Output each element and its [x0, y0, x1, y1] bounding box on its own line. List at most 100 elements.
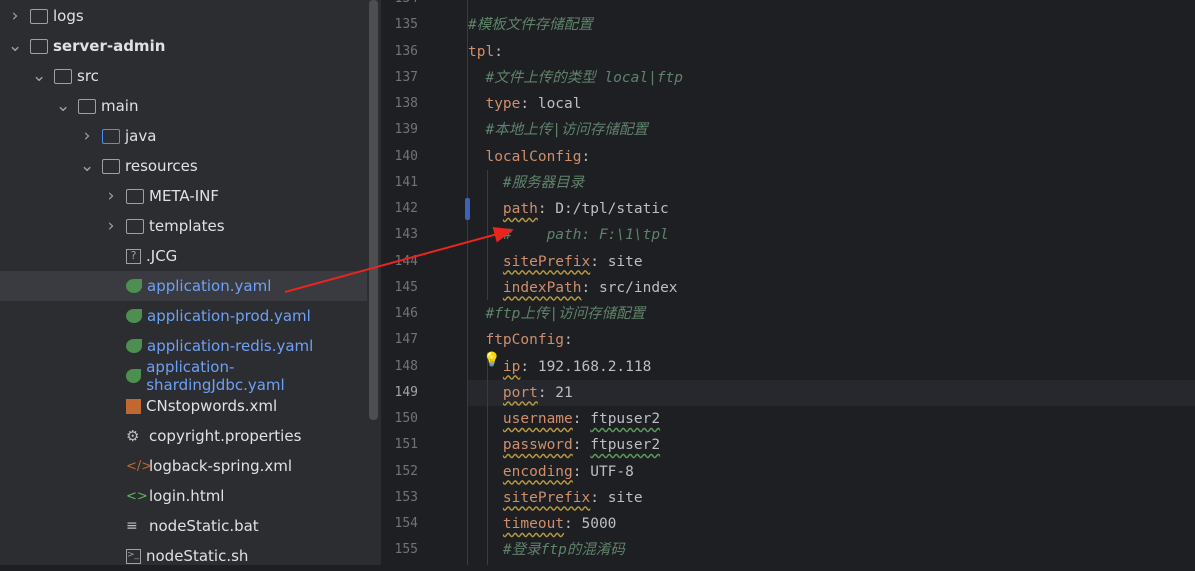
source-folder-icon: [102, 128, 120, 144]
tree-item-label: copyright.properties: [149, 427, 302, 445]
spring-config-icon: [126, 309, 142, 323]
code-line[interactable]: #ftp上传|访问存储配置: [468, 301, 1195, 327]
yaml-key: localConfig: [485, 148, 582, 165]
tree-item-application-shardingjdbc-yaml[interactable]: application-shardingJdbc.yaml: [0, 358, 367, 394]
tree-item-label: logs: [53, 7, 84, 25]
chevron-right-icon[interactable]: ›: [8, 6, 22, 26]
code-line[interactable]: #服务器目录: [468, 170, 1195, 196]
code-line[interactable]: #模板文件存储配置: [468, 12, 1195, 38]
code-line[interactable]: sitePrefix: site: [468, 485, 1195, 511]
line-number: 144: [394, 253, 418, 269]
tree-item-label: application.yaml: [147, 277, 272, 295]
yaml-value: [468, 464, 503, 480]
tree-item-main[interactable]: ⌄ main: [0, 91, 367, 121]
code-line[interactable]: encoding: UTF-8: [468, 459, 1195, 485]
code-line[interactable]: port: 21: [468, 379, 1195, 406]
tree-item-src[interactable]: ⌄ src: [0, 61, 367, 91]
chevron-down-icon[interactable]: ⌄: [8, 36, 22, 56]
folder-icon: [126, 218, 144, 234]
tree-item-application-yaml[interactable]: application.yaml: [0, 271, 367, 301]
tree-item-java[interactable]: › java: [0, 121, 367, 151]
code-line[interactable]: path: D:/tpl/static: [468, 196, 1195, 222]
tree-item-meta-inf[interactable]: › META-INF: [0, 181, 367, 211]
modified-line-marker[interactable]: [465, 198, 470, 220]
tree-item-login-html[interactable]: <> login.html: [0, 481, 367, 511]
code-line[interactable]: # path: F:\1\tpl: [468, 222, 1195, 248]
yaml-key: type: [485, 96, 521, 112]
code-line[interactable]: #文件上传的类型 local|ftp: [468, 65, 1195, 91]
project-tree: › logs ⌄ server-admin ⌄ src ⌄ main › java ⌄ resourc…: [0, 0, 381, 565]
yaml-value: : 192.168.2.118: [520, 358, 652, 375]
tree-item-logback-spring-xml[interactable]: </> logback-spring.xml: [0, 451, 367, 481]
yaml-key: timeout: [502, 516, 565, 532]
tree-item-application-redis-yaml[interactable]: application-redis.yaml: [0, 331, 367, 361]
tree-item-cnstopwords-xml[interactable]: CNstopwords.xml: [0, 391, 367, 421]
code-line[interactable]: [468, 0, 1195, 12]
code-line[interactable]: localConfig:: [468, 144, 1195, 170]
code-line[interactable]: #登录ftp的混淆码: [468, 537, 1195, 563]
line-number: 138: [394, 96, 418, 111]
module-folder-icon: [30, 38, 48, 54]
yaml-value: [468, 306, 485, 322]
xml-code-icon: </>: [126, 458, 153, 474]
lightbulb-icon[interactable]: 💡: [483, 352, 500, 368]
yaml-value: [468, 490, 503, 506]
yaml-value: [468, 227, 503, 243]
tree-item-jcg[interactable]: ? .JCG: [0, 241, 367, 271]
yaml-comment: #文件上传的类型 local|ftp: [485, 69, 683, 86]
tree-item-label: main: [101, 97, 139, 115]
tree-item-application-prod-yaml[interactable]: application-prod.yaml: [0, 301, 367, 331]
chevron-down-icon[interactable]: ⌄: [32, 66, 46, 86]
tree-item-resources[interactable]: ⌄ resources: [0, 151, 367, 181]
code-line[interactable]: timeout: 5000: [468, 511, 1195, 537]
yaml-comment: # path: F:\1\tpl: [502, 227, 669, 244]
tree-item-logs[interactable]: › logs: [0, 1, 367, 31]
code-line[interactable]: tpl:: [468, 39, 1195, 65]
spring-config-icon: [126, 279, 142, 293]
properties-file-icon: ⚙: [126, 426, 140, 445]
code-line[interactable]: password: ftpuser2: [468, 432, 1195, 458]
tree-item-label: application-shardingJdbc.yaml: [146, 358, 285, 394]
line-number: 148: [394, 358, 418, 374]
folder-icon: [54, 68, 72, 84]
yaml-key: port: [502, 384, 538, 401]
line-number: 152: [394, 463, 418, 479]
code-line[interactable]: indexPath: src/index: [468, 275, 1195, 301]
tree-item-label: resources: [125, 157, 198, 175]
yaml-key: ip: [502, 358, 521, 375]
line-number: 155: [394, 542, 418, 558]
chevron-right-icon[interactable]: ›: [104, 216, 118, 236]
tree-item-server-admin[interactable]: ⌄ server-admin: [0, 31, 367, 61]
tree-item-nodestatic-sh[interactable]: >_ nodeStatic.sh: [0, 541, 367, 571]
yaml-value: :: [572, 437, 591, 454]
code-line[interactable]: ip: 192.168.2.118: [468, 354, 1195, 380]
code-line[interactable]: #本地上传|访问存储配置: [468, 117, 1195, 143]
line-number: 140: [394, 148, 418, 164]
spring-config-icon: [126, 339, 142, 353]
tree-item-templates[interactable]: › templates: [0, 211, 367, 241]
yaml-value: :: [564, 332, 573, 349]
yaml-value: [468, 516, 503, 532]
tree-item-nodestatic-bat[interactable]: ≡ nodeStatic.bat: [0, 511, 367, 541]
tree-item-label: server-admin: [53, 37, 166, 55]
code-line[interactable]: sitePrefix: site: [468, 249, 1195, 275]
folder-icon: [126, 188, 144, 204]
yaml-value: [468, 175, 503, 191]
yaml-key: password: [502, 437, 573, 454]
line-number: 146: [394, 306, 418, 321]
chevron-down-icon[interactable]: ⌄: [80, 156, 94, 176]
chevron-right-icon[interactable]: ›: [80, 126, 94, 146]
code-line[interactable]: ftpConfig:: [468, 327, 1195, 353]
yaml-key: indexPath: [502, 279, 582, 296]
chevron-down-icon[interactable]: ⌄: [56, 96, 70, 116]
xml-file-icon: [126, 398, 141, 414]
yaml-key: username: [502, 411, 573, 427]
code-line[interactable]: username: ftpuser2: [468, 406, 1195, 432]
project-tree-scrollbar[interactable]: [369, 0, 378, 420]
tree-item-copyright-properties[interactable]: ⚙ copyright.properties: [0, 421, 367, 451]
line-number: 145: [394, 279, 418, 295]
code-line[interactable]: type: local: [468, 91, 1195, 117]
yaml-value: [468, 149, 485, 165]
line-number: 150: [394, 411, 418, 426]
chevron-right-icon[interactable]: ›: [104, 186, 118, 206]
